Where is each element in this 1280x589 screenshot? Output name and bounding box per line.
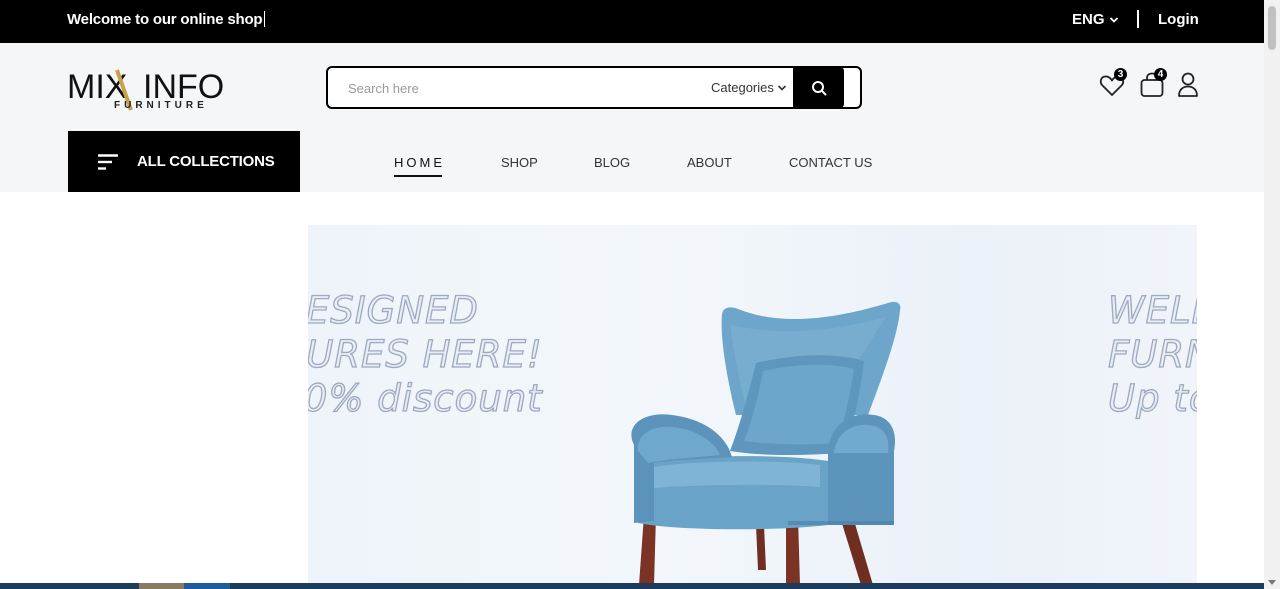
menu-icon [98,154,118,170]
scrollbar-thumb[interactable] [1268,6,1276,50]
nav-item-contact-us[interactable]: CONTACT US [789,155,872,170]
cart-button[interactable]: 4 [1138,68,1167,99]
header: MIX INFO FURNITURE Categories 3 [0,43,1264,192]
cart-count-badge: 4 [1154,68,1167,81]
text-cursor [264,11,266,27]
logo-subtitle: FURNITURE [114,100,208,111]
wishlist-count-badge: 3 [1114,68,1127,81]
all-collections-button[interactable]: ALL COLLECTIONS [68,131,300,192]
account-button[interactable] [1176,71,1204,99]
login-link[interactable]: Login [1158,11,1199,28]
category-dropdown[interactable]: Categories [711,80,787,95]
search-bar: Categories [326,66,862,109]
nav-item-blog[interactable]: BLOG [594,155,630,170]
chevron-down-icon [777,84,786,91]
armchair-image [631,301,901,585]
search-input[interactable] [348,78,678,98]
language-label: ENG [1072,11,1105,28]
welcome-label: Welcome to our online shop [67,11,263,28]
wishlist-button[interactable]: 3 [1098,68,1127,99]
page-scrollbar[interactable] [1264,0,1280,589]
all-collections-label: ALL COLLECTIONS [137,153,275,170]
nav-item-about[interactable]: ABOUT [687,155,732,170]
welcome-text: Welcome to our online shop [67,11,266,28]
logo[interactable]: MIX INFO FURNITURE [67,62,227,112]
logo-mark: MIX INFO FURNITURE [67,68,224,111]
top-bar: Welcome to our online shop ENG Login [0,0,1264,43]
hero-banner[interactable]: L DESIGNED NITURES HERE! p 20% discount … [308,225,1197,589]
search-icon [811,80,826,95]
scroll-down-arrow-icon[interactable] [1268,580,1276,585]
search-button[interactable] [793,67,844,108]
page: Welcome to our online shop ENG Login MIX… [0,0,1280,589]
nav-item-shop[interactable]: SHOP [501,155,538,170]
next-section-strip [0,583,1264,589]
category-label: Categories [711,80,774,95]
language-selector[interactable]: ENG [1072,11,1119,28]
strip-segment-2 [184,583,230,589]
nav-item-home[interactable]: HOME [394,155,445,177]
chevron-down-icon [1109,16,1118,23]
strip-segment-1 [139,583,184,589]
user-icon [1178,72,1198,97]
topbar-divider [1137,10,1139,28]
